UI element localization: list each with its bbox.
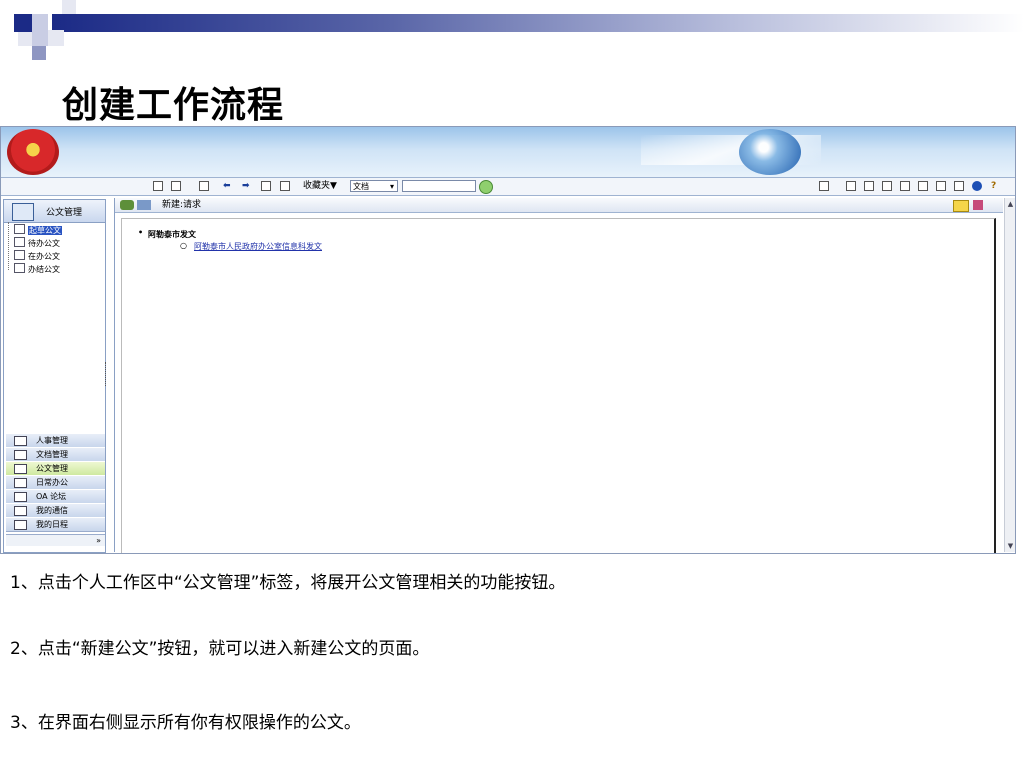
- deco-square: [32, 46, 46, 60]
- deco-square: [48, 30, 64, 46]
- home-icon[interactable]: [819, 181, 829, 191]
- menu-item-daily[interactable]: 日常办公: [6, 475, 105, 490]
- layout-icon[interactable]: [153, 181, 163, 191]
- search-input[interactable]: [402, 180, 476, 192]
- back-arrow-icon[interactable]: ⬅: [223, 180, 231, 192]
- deco-square: [18, 32, 32, 46]
- doc-icon: [137, 200, 151, 210]
- messages-icon: [14, 506, 27, 516]
- document-list: 阿勒泰市发文 阿勒泰市人民政府办公室信息科发文: [121, 218, 996, 553]
- tree-item-label: 待办公文: [28, 239, 60, 248]
- doc-type-select-value: 文档: [353, 182, 369, 191]
- sidebar-splitter[interactable]: [105, 362, 108, 386]
- help-icon[interactable]: ?: [991, 180, 996, 192]
- go-icon[interactable]: [479, 180, 493, 194]
- forward-arrow-icon[interactable]: ➡: [242, 180, 250, 192]
- eraser-icon[interactable]: [973, 200, 983, 210]
- group-heading: 阿勒泰市发文: [138, 228, 196, 240]
- tree-item-label: 办结公文: [28, 265, 60, 274]
- slide-title: 创建工作流程: [62, 85, 285, 126]
- edit-icon[interactable]: [882, 181, 892, 191]
- note-3: 3、在界面右侧显示所有你有权限操作的公文。: [10, 713, 361, 733]
- docs-icon: [14, 464, 27, 474]
- tree-item-draft[interactable]: 起草公文: [14, 224, 62, 235]
- app-window: ⬅ ➡ 收藏夹▼ 文档 ▾ ? 公文管理 起草公文 待办公文 在办公文 办结公文…: [0, 126, 1016, 554]
- menu-item-label: 人事管理: [36, 436, 68, 445]
- doc-link[interactable]: 阿勒泰市人民政府办公室信息科发文: [180, 241, 322, 252]
- deco-square: [32, 30, 48, 46]
- schedule-icon: [14, 520, 27, 530]
- tree-line: [8, 222, 10, 270]
- scroll-up-icon[interactable]: ▲: [1006, 199, 1015, 209]
- calendar-icon[interactable]: [846, 181, 856, 191]
- menu-item-label: OA 论坛: [36, 492, 67, 501]
- sidebar-header[interactable]: 公文管理: [4, 200, 105, 223]
- note-1: 1、点击个人工作区中“公文管理”标签，将展开公文管理相关的功能按钮。: [10, 573, 566, 593]
- header-gradient-bar: [52, 14, 1024, 32]
- menu-item-files[interactable]: 文档管理: [6, 447, 105, 462]
- scrollbar[interactable]: ▲ ▼: [1004, 198, 1015, 552]
- mail-icon[interactable]: [864, 181, 874, 191]
- up-folder-icon[interactable]: [199, 181, 209, 191]
- document-icon[interactable]: [954, 181, 964, 191]
- tree-item-done[interactable]: 办结公文: [14, 263, 60, 274]
- draft-icon: [14, 224, 25, 234]
- deco-square: [32, 14, 48, 30]
- users-icon[interactable]: [900, 181, 910, 191]
- menu-item-label: 我的通信: [36, 506, 68, 515]
- refresh-icon[interactable]: [261, 181, 271, 191]
- print-icon[interactable]: [280, 181, 290, 191]
- inprogress-icon: [14, 250, 25, 260]
- content-toolbar: 新建:请求: [115, 198, 1003, 213]
- tree-item-label: 在办公文: [28, 252, 60, 261]
- menu-more-button[interactable]: »: [6, 534, 105, 546]
- done-icon: [14, 263, 25, 273]
- daily-icon: [14, 478, 27, 488]
- todo-icon: [14, 237, 25, 247]
- app-banner: [1, 127, 1015, 177]
- layout-icon[interactable]: [171, 181, 181, 191]
- doc-manage-icon: [12, 203, 34, 221]
- tree-item-inprogress[interactable]: 在办公文: [14, 250, 60, 261]
- content-path-label: 新建:请求: [162, 200, 202, 210]
- menu-item-docs[interactable]: 公文管理: [6, 461, 105, 476]
- menu-item-label: 文档管理: [36, 450, 68, 459]
- menu-item-schedule[interactable]: 我的日程: [6, 517, 105, 532]
- tree-item-label: 起草公文: [28, 226, 62, 235]
- menu-item-label: 我的日程: [36, 520, 68, 529]
- scroll-down-icon[interactable]: ▼: [1006, 541, 1015, 551]
- slide-decoration: [0, 0, 1024, 60]
- menu-item-label: 日常办公: [36, 478, 68, 487]
- note-2: 2、点击“新建公文”按钮，就可以进入新建公文的页面。: [10, 639, 430, 659]
- globe-icon: [739, 129, 801, 175]
- menu-item-messages[interactable]: 我的通信: [6, 503, 105, 518]
- contacts-icon[interactable]: [918, 181, 928, 191]
- deco-square: [14, 14, 32, 32]
- deco-square: [62, 0, 76, 14]
- forum-icon: [14, 492, 27, 502]
- doc-type-select[interactable]: 文档 ▾: [350, 180, 398, 192]
- national-emblem-icon: [7, 129, 59, 175]
- folder-icon[interactable]: [953, 200, 969, 212]
- grid-icon[interactable]: [936, 181, 946, 191]
- chevron-down-icon: ▾: [389, 182, 394, 191]
- files-icon: [14, 450, 27, 460]
- tree-item-todo[interactable]: 待办公文: [14, 237, 60, 248]
- sidebar-header-label: 公文管理: [46, 208, 83, 218]
- content-pane: 新建:请求 阿勒泰市发文 阿勒泰市人民政府办公室信息科发文: [114, 198, 1003, 553]
- hr-icon: [14, 436, 27, 446]
- menu-item-hr[interactable]: 人事管理: [6, 433, 105, 448]
- menu-item-forum[interactable]: OA 论坛: [6, 489, 105, 504]
- new-icon[interactable]: [120, 200, 134, 210]
- favorites-menu[interactable]: 收藏夹▼: [303, 180, 337, 192]
- sidebar: 公文管理 起草公文 待办公文 在办公文 办结公文 人事管理 文档管理 公文管理 …: [3, 199, 106, 553]
- info-icon[interactable]: [972, 181, 982, 191]
- menu-item-label: 公文管理: [36, 464, 68, 473]
- toolbar: ⬅ ➡ 收藏夹▼ 文档 ▾ ?: [1, 177, 1015, 196]
